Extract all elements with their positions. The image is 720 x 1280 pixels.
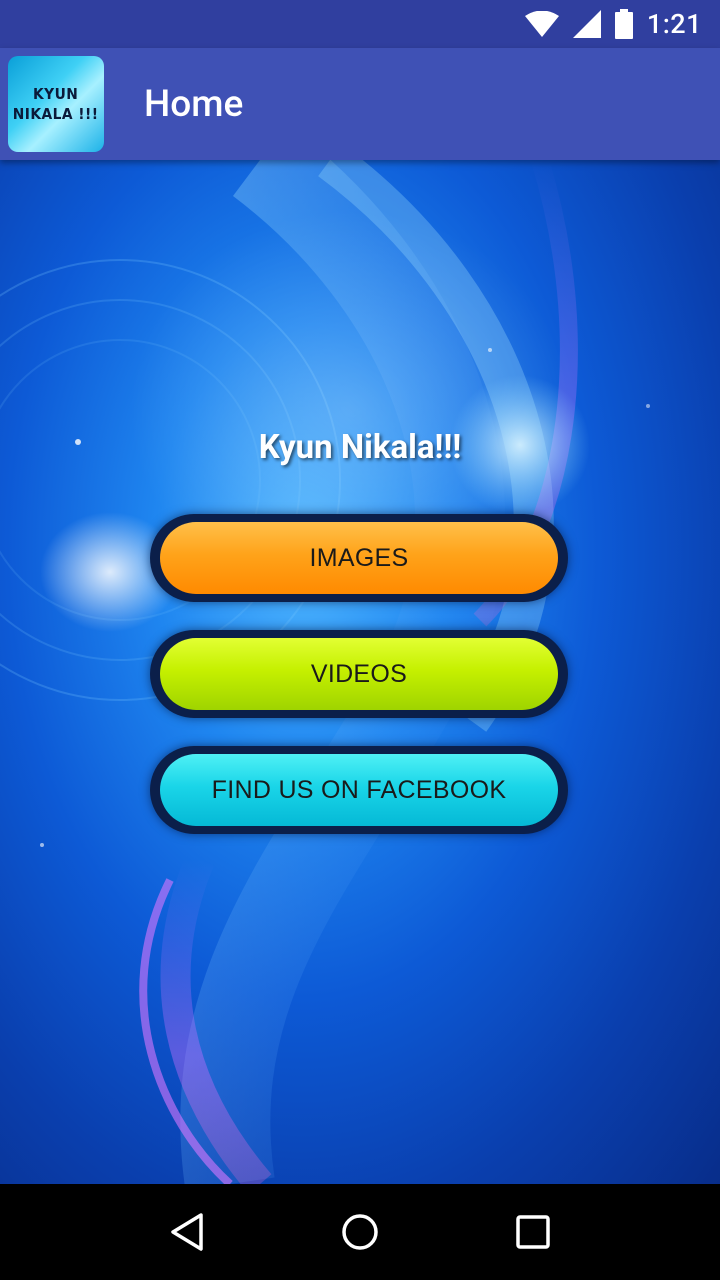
app-logo-line2: NIKALA !!! [13,105,99,123]
status-time: 1:21 [646,8,702,40]
screen: 1:21 KYUN NIKALA !!! Home Kyun Nikala!!!… [0,0,720,1280]
signal-icon [572,10,601,38]
videos-button-frame: VIDEOS [150,630,568,718]
app-logo-line1: KYUN [33,85,79,103]
facebook-button[interactable]: FIND US ON FACEBOOK [160,754,558,826]
home-icon[interactable] [330,1202,390,1262]
back-icon[interactable] [157,1202,217,1262]
app-headline: Kyun Nikala!!! [258,428,462,467]
videos-button[interactable]: VIDEOS [160,638,558,710]
app-bar: KYUN NIKALA !!! Home [0,48,720,160]
wifi-icon [524,11,559,37]
main-content: Kyun Nikala!!! IMAGES VIDEOS FIND US ON … [0,160,720,1184]
recents-icon[interactable] [503,1202,563,1262]
images-button-frame: IMAGES [150,514,568,602]
navigation-bar [0,1184,720,1280]
facebook-button-frame: FIND US ON FACEBOOK [150,746,568,834]
status-bar: 1:21 [0,0,720,48]
images-button[interactable]: IMAGES [160,522,558,594]
app-logo: KYUN NIKALA !!! [8,56,104,152]
page-title: Home [144,82,244,126]
battery-icon [614,9,633,39]
